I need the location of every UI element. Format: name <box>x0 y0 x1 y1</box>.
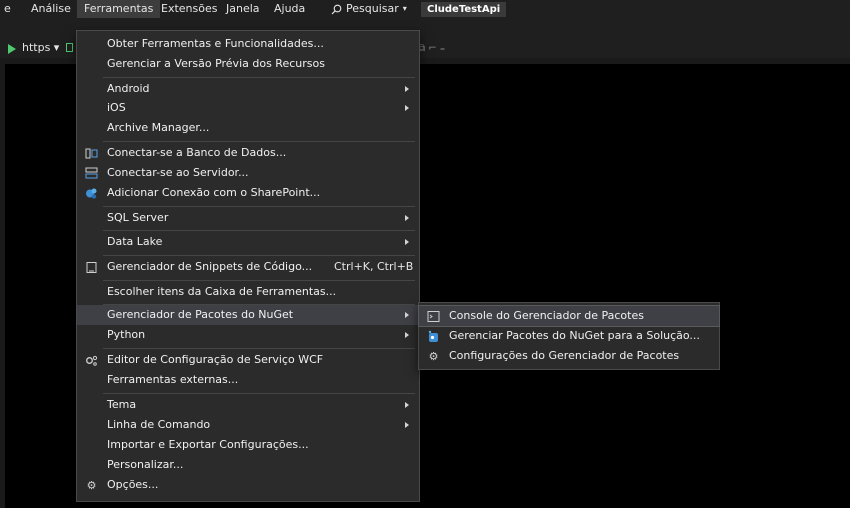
menu-item-ajuda[interactable]: Ajuda <box>274 0 305 18</box>
sharepoint-icon <box>85 187 98 200</box>
menu-item-importar-exportar[interactable]: Importar e Exportar Configurações... <box>77 435 419 455</box>
menu-item-ferramentas-externas[interactable]: Ferramentas externas... <box>77 370 419 390</box>
start-without-debug-icon[interactable] <box>66 43 73 52</box>
project-name-badge: CludeTestApi <box>421 2 507 17</box>
snippet-icon <box>85 261 98 274</box>
nuget-icon <box>427 330 440 343</box>
nuget-submenu: Console do Gerenciador de Pacotes Gerenc… <box>418 302 720 370</box>
menu-bar: e Análise Ferramentas Extensões Janela A… <box>0 0 850 18</box>
console-icon <box>427 310 440 323</box>
submenu-arrow-icon <box>405 215 409 221</box>
separator <box>103 141 415 142</box>
search-label: Pesquisar <box>346 2 399 15</box>
run-profile-dropdown[interactable]: https ▾ <box>22 41 59 54</box>
menu-item-janela[interactable]: Janela <box>226 0 260 18</box>
menu-item-analise[interactable]: Análise <box>31 0 71 18</box>
menu-item-ios[interactable]: iOS <box>77 98 419 118</box>
submenu-arrow-icon <box>405 312 409 318</box>
submenu-arrow-icon <box>405 105 409 111</box>
menu-item-python[interactable]: Python <box>77 325 419 345</box>
menu-item-console-gerenciador[interactable]: Console do Gerenciador de Pacotes <box>418 305 720 327</box>
menu-item-opcoes[interactable]: ⚙ Opções... <box>77 475 419 495</box>
menu-item-conectar-servidor[interactable]: Conectar-se ao Servidor... <box>77 163 419 183</box>
menu-item-data-lake[interactable]: Data Lake <box>77 232 419 252</box>
separator <box>103 77 415 78</box>
submenu-arrow-icon <box>405 422 409 428</box>
menu-item-tema[interactable]: Tema <box>77 395 419 415</box>
database-connect-icon <box>85 147 98 160</box>
run-profile-label: https <box>22 41 51 54</box>
menu-item-sql-server[interactable]: SQL Server <box>77 208 419 228</box>
search-box[interactable]: Pesquisar ▾ <box>331 0 407 18</box>
submenu-arrow-icon <box>405 239 409 245</box>
gear-icon: ⚙ <box>86 479 97 492</box>
toolbar-layout-icon[interactable]: ⧉ ⌐ ₌ <box>418 43 445 54</box>
shortcut-text: Ctrl+K, Ctrl+B <box>334 260 414 273</box>
gear-icon: ⚙ <box>428 350 439 363</box>
menu-item-config-gerenciador[interactable]: ⚙ Configurações do Gerenciador de Pacote… <box>419 346 719 366</box>
menu-item-wcf-editor[interactable]: Editor de Configuração de Serviço WCF <box>77 350 419 370</box>
chevron-down-icon: ▾ <box>402 4 407 13</box>
menu-item-gerenciar-pacotes-solucao[interactable]: Gerenciar Pacotes do NuGet para a Soluçã… <box>419 326 719 346</box>
menu-item-ferramentas[interactable]: Ferramentas <box>77 0 161 18</box>
menu-item-personalizar[interactable]: Personalizar... <box>77 455 419 475</box>
menu-item-obter-ferramentas[interactable]: Obter Ferramentas e Funcionalidades... <box>77 34 419 54</box>
submenu-arrow-icon <box>405 86 409 92</box>
menu-item-extensoes[interactable]: Extensões <box>161 0 217 18</box>
menu-item-partial[interactable]: e <box>4 0 11 18</box>
menu-item-android[interactable]: Android <box>77 79 419 99</box>
menu-item-snippets[interactable]: Gerenciador de Snippets de Código... Ctr… <box>77 257 419 277</box>
wcf-config-icon <box>85 354 98 367</box>
separator <box>103 230 415 231</box>
menu-item-linha-comando[interactable]: Linha de Comando <box>77 415 419 435</box>
menu-item-conectar-banco[interactable]: Conectar-se a Banco de Dados... <box>77 143 419 163</box>
menu-item-archive-manager[interactable]: Archive Manager... <box>77 118 419 138</box>
separator <box>103 393 415 394</box>
separator <box>103 280 415 281</box>
separator <box>103 255 415 256</box>
search-icon <box>331 4 342 14</box>
menu-item-sharepoint[interactable]: Adicionar Conexão com o SharePoint... <box>77 183 419 203</box>
menu-item-caixa-ferramentas[interactable]: Escolher itens da Caixa de Ferramentas..… <box>77 282 419 302</box>
server-connect-icon <box>85 167 98 180</box>
separator <box>103 348 415 349</box>
separator <box>103 206 415 207</box>
submenu-arrow-icon <box>405 332 409 338</box>
menu-item-nuget[interactable]: Gerenciador de Pacotes do NuGet <box>77 305 419 325</box>
menu-item-versao-previa[interactable]: Gerenciar a Versão Prévia dos Recursos <box>77 54 419 74</box>
start-debug-icon[interactable] <box>8 44 16 54</box>
submenu-arrow-icon <box>405 402 409 408</box>
tools-menu: Obter Ferramentas e Funcionalidades... G… <box>76 30 420 502</box>
